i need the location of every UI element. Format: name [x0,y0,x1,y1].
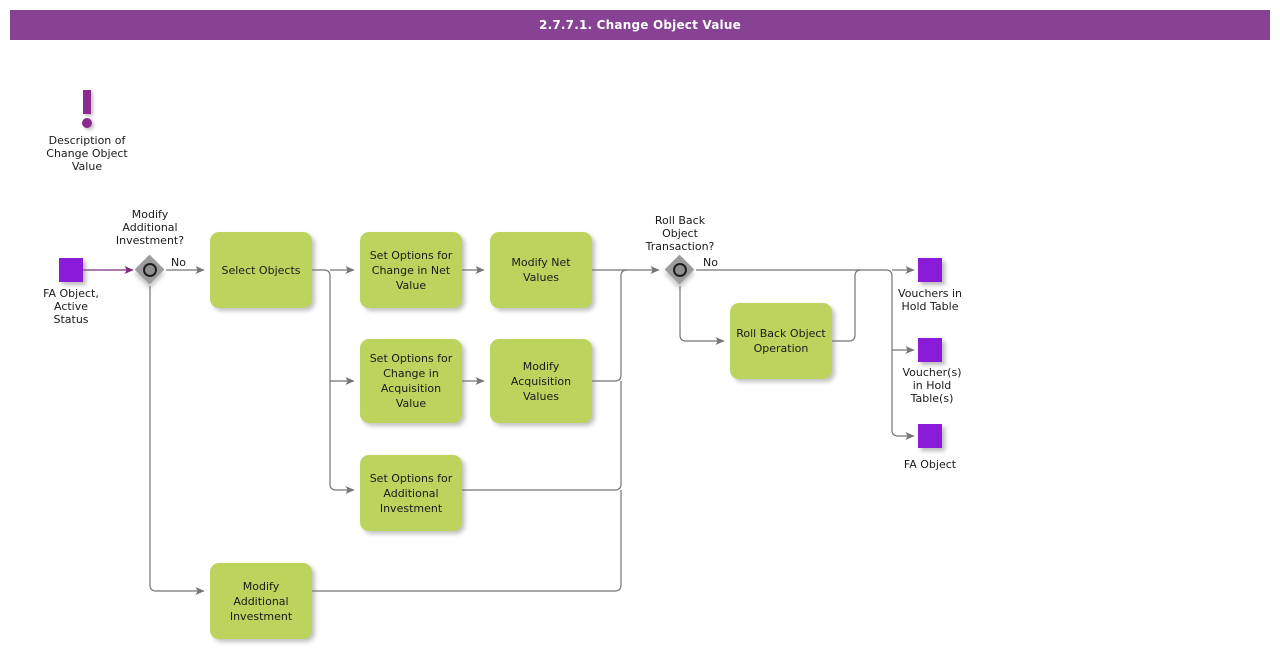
data-object-icon-vouchers-in-hold-table[interactable] [918,258,942,282]
event-gateway-icon-roll-back-object-transaction[interactable] [664,254,695,285]
gateway-caption-modify-additional-investment: Modify Additional Investment? [115,208,185,247]
task-label: Roll Back Object Operation [736,327,826,355]
caption-vouchers-in-hold-tables: Voucher(s) in Hold Table(s) [902,366,962,405]
task-label: Modify Acquisition Values [510,359,572,403]
task-modify-net-values[interactable]: Modify Net Values [490,232,592,308]
task-modify-acquisition-values[interactable]: Modify Acquisition Values [490,339,592,423]
caption-fa-object-active-status: FA Object, Active Status [43,287,99,326]
task-label: Set Options for Change in Acquisition Va… [369,352,453,410]
task-label: Modify Net Values [511,256,571,284]
task-label: Modify Additional Investment [229,579,293,623]
caption-vouchers-in-hold-table: Vouchers in Hold Table [898,287,962,313]
task-set-options-additional-investment[interactable]: Set Options for Additional Investment [360,455,462,531]
task-roll-back-object-operation[interactable]: Roll Back Object Operation [730,303,832,379]
data-object-icon-fa-object-active-status[interactable] [59,258,83,282]
task-label: Select Objects [221,263,301,277]
exclamation-icon [77,90,97,130]
gateway-caption-roll-back-object-transaction: Roll Back Object Transaction? [645,214,715,253]
task-set-options-change-acquisition-value[interactable]: Set Options for Change in Acquisition Va… [360,339,462,423]
annotation-caption: Description of Change Object Value [46,134,128,173]
exclamation-dot [82,118,92,128]
exclamation-bar [83,90,91,114]
task-select-objects[interactable]: Select Objects [210,232,312,308]
gateway-ring [143,263,157,277]
edge-label-roll-back-object-transaction-no: No [703,256,718,269]
edge-label-modify-additional-investment-no: No [171,256,186,269]
connector-layer [82,266,915,595]
data-object-icon-vouchers-in-hold-tables[interactable] [918,338,942,362]
data-object-icon-fa-object[interactable] [918,424,942,448]
task-label: Set Options for Change in Net Value [369,248,453,292]
task-label: Set Options for Additional Investment [369,471,453,515]
task-modify-additional-investment[interactable]: Modify Additional Investment [210,563,312,639]
caption-fa-object: FA Object [903,458,957,471]
task-set-options-change-net-value[interactable]: Set Options for Change in Net Value [360,232,462,308]
event-gateway-icon-modify-additional-investment[interactable] [134,254,165,285]
gateway-ring [673,263,687,277]
